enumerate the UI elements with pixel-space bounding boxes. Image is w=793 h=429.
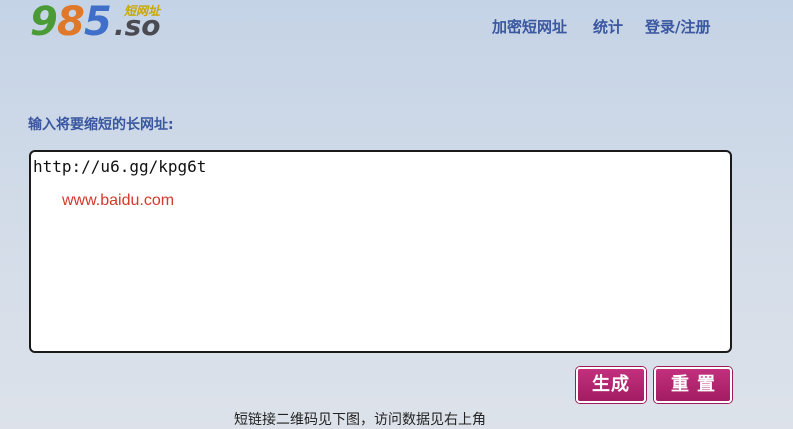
nav-encrypted-short-url[interactable]: 加密短网址 <box>492 16 567 37</box>
qr-hint-text: 短链接二维码见下图，访问数据见右上角 <box>234 412 486 428</box>
nav-statistics[interactable]: 统计 <box>593 16 623 37</box>
reset-button[interactable]: 重置 <box>654 367 732 403</box>
long-url-textarea[interactable]: http://u6.gg/kpg6t www.baidu.com <box>29 150 732 353</box>
original-url-text: www.baidu.com <box>62 192 175 209</box>
short-url-value: http://u6.gg/kpg6t <box>33 157 207 176</box>
top-nav: 加密短网址 统计 登录/注册 <box>0 16 793 36</box>
generate-button[interactable]: 生成 <box>576 367 646 403</box>
nav-login-register[interactable]: 登录/注册 <box>645 16 710 37</box>
url-input-label: 输入将要缩短的长网址: <box>28 117 174 133</box>
